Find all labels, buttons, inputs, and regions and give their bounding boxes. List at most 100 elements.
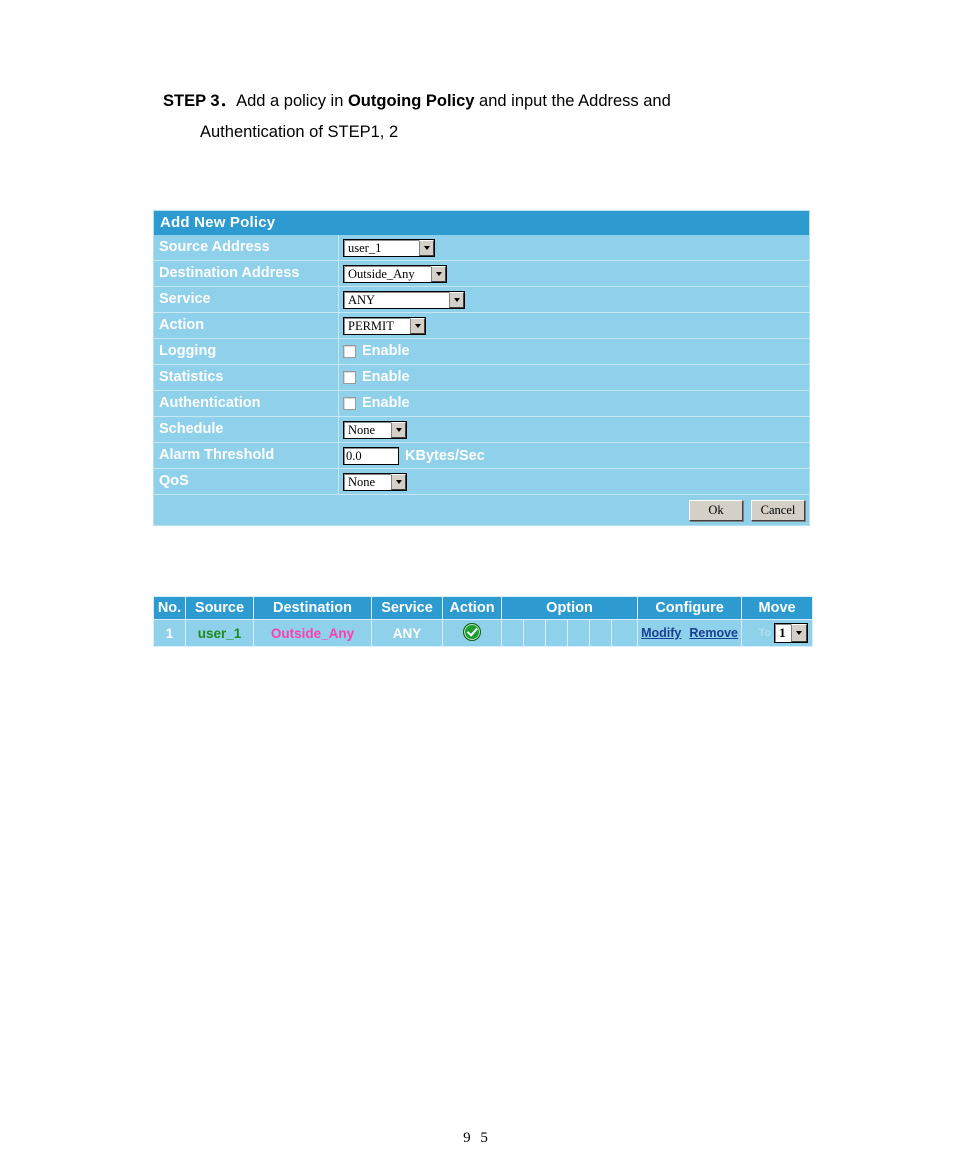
label-qos: QoS [154, 469, 339, 494]
label-source-address: Source Address [154, 235, 339, 260]
add-new-policy-panel: Add New Policy Source Address user_1 Des… [153, 210, 810, 526]
value-action: PERMIT [339, 313, 809, 338]
chevron-down-icon[interactable] [410, 317, 425, 334]
value-statistics: Enable [339, 365, 809, 390]
label-authentication: Authentication [154, 391, 339, 416]
step-instruction: STEP 3．Add a policy in Outgoing Policy a… [163, 86, 833, 148]
label-destination-address: Destination Address [154, 261, 339, 286]
action-select[interactable]: PERMIT [343, 316, 426, 335]
label-service: Service [154, 287, 339, 312]
value-schedule: None [339, 417, 809, 442]
authentication-enable-checkbox[interactable] [343, 397, 356, 410]
form-row-qos: QoS None [154, 469, 809, 495]
modify-link[interactable]: Modify [641, 626, 681, 640]
label-action: Action [154, 313, 339, 338]
alarm-threshold-unit: KBytes/Sec [405, 447, 485, 464]
label-alarm-threshold: Alarm Threshold [154, 443, 339, 468]
cell-action [442, 619, 502, 647]
cell-service: ANY [371, 619, 443, 647]
logging-enable-label: Enable [362, 343, 410, 359]
cell-destination: Outside_Any [253, 619, 372, 647]
green-check-icon [463, 622, 481, 641]
qos-value: None [348, 474, 376, 489]
step-separator: ． [219, 92, 237, 110]
step-text-before-bold: Add a policy in [236, 92, 348, 110]
qos-select[interactable]: None [343, 472, 407, 491]
chevron-down-icon[interactable] [431, 265, 446, 282]
column-header-option: Option [500, 596, 639, 620]
cell-option-1 [501, 619, 524, 647]
cell-configure: Modify Remove [637, 619, 743, 647]
column-header-no: No. [153, 596, 186, 620]
page-number: 9 5 [463, 1130, 491, 1146]
form-row-statistics: Statistics Enable [154, 365, 809, 391]
ok-button[interactable]: Ok [689, 499, 743, 521]
step-instruction-line-1: STEP 3．Add a policy in Outgoing Policy a… [163, 86, 833, 117]
table-row[interactable]: 1 user_1 Outside_Any ANY Modify Remove T… [153, 619, 814, 647]
cancel-button[interactable]: Cancel [751, 499, 805, 521]
value-source-address: user_1 [339, 235, 809, 260]
panel-title: Add New Policy [154, 211, 809, 235]
value-destination-address: Outside_Any [339, 261, 809, 286]
chevron-down-icon[interactable] [449, 291, 464, 308]
cell-option-2 [523, 619, 546, 647]
step-bold-term: Outgoing Policy [347, 92, 475, 110]
form-row-destination-address: Destination Address Outside_Any [154, 261, 809, 287]
action-value: PERMIT [348, 318, 394, 333]
step-instruction-line-2: Authentication of STEP1, 2 [200, 123, 399, 141]
step-label: STEP 3 [163, 92, 220, 110]
policy-list-table: No. Source Destination Service Action Op… [153, 596, 814, 647]
source-address-value: user_1 [348, 240, 382, 255]
value-logging: Enable [339, 339, 809, 364]
form-row-schedule: Schedule None [154, 417, 809, 443]
logging-enable-checkbox[interactable] [343, 345, 356, 358]
label-schedule: Schedule [154, 417, 339, 442]
panel-footer: Ok Cancel [154, 495, 809, 525]
cell-move: To 1 [741, 619, 814, 647]
value-qos: None [339, 469, 809, 494]
cell-option-3 [545, 619, 568, 647]
move-position-value: 1 [779, 625, 786, 640]
column-header-configure: Configure [637, 596, 743, 620]
form-row-source-address: Source Address user_1 [154, 235, 809, 261]
value-authentication: Enable [339, 391, 809, 416]
destination-address-value: Outside_Any [348, 266, 415, 281]
statistics-enable-checkbox[interactable] [343, 371, 356, 384]
cell-option-4 [567, 619, 590, 647]
column-header-action: Action [442, 596, 502, 620]
column-header-service: Service [371, 596, 443, 620]
schedule-select[interactable]: None [343, 420, 407, 439]
column-header-move: Move [741, 596, 814, 620]
label-statistics: Statistics [154, 365, 339, 390]
column-header-source: Source [185, 596, 254, 620]
form-row-alarm-threshold: Alarm Threshold 0.0 KBytes/Sec [154, 443, 809, 469]
cell-option-5 [589, 619, 612, 647]
source-address-select[interactable]: user_1 [343, 238, 435, 257]
alarm-threshold-input[interactable]: 0.0 [343, 446, 399, 465]
authentication-enable-label: Enable [362, 395, 410, 411]
statistics-enable-label: Enable [362, 369, 410, 385]
value-alarm-threshold: 0.0 KBytes/Sec [339, 443, 809, 468]
chevron-down-icon[interactable] [391, 473, 406, 490]
move-to-label: To [758, 627, 772, 639]
cell-source: user_1 [185, 619, 254, 647]
form-row-authentication: Authentication Enable [154, 391, 809, 417]
form-row-action: Action PERMIT [154, 313, 809, 339]
service-select[interactable]: ANY [343, 290, 465, 309]
destination-address-select[interactable]: Outside_Any [343, 264, 447, 283]
form-row-logging: Logging Enable [154, 339, 809, 365]
remove-link[interactable]: Remove [689, 626, 738, 640]
cell-no: 1 [153, 619, 186, 647]
value-service: ANY [339, 287, 809, 312]
schedule-value: None [348, 422, 376, 437]
chevron-down-icon[interactable] [419, 239, 434, 256]
cell-option-6 [610, 619, 639, 647]
label-logging: Logging [154, 339, 339, 364]
form-row-service: Service ANY [154, 287, 809, 313]
table-header-row: No. Source Destination Service Action Op… [153, 596, 814, 620]
move-position-select[interactable]: 1 [774, 623, 809, 643]
step-text-after-bold: and input the Address and [474, 92, 671, 110]
chevron-down-icon[interactable] [391, 421, 406, 438]
column-header-destination: Destination [253, 596, 372, 620]
chevron-down-icon[interactable] [791, 624, 808, 642]
